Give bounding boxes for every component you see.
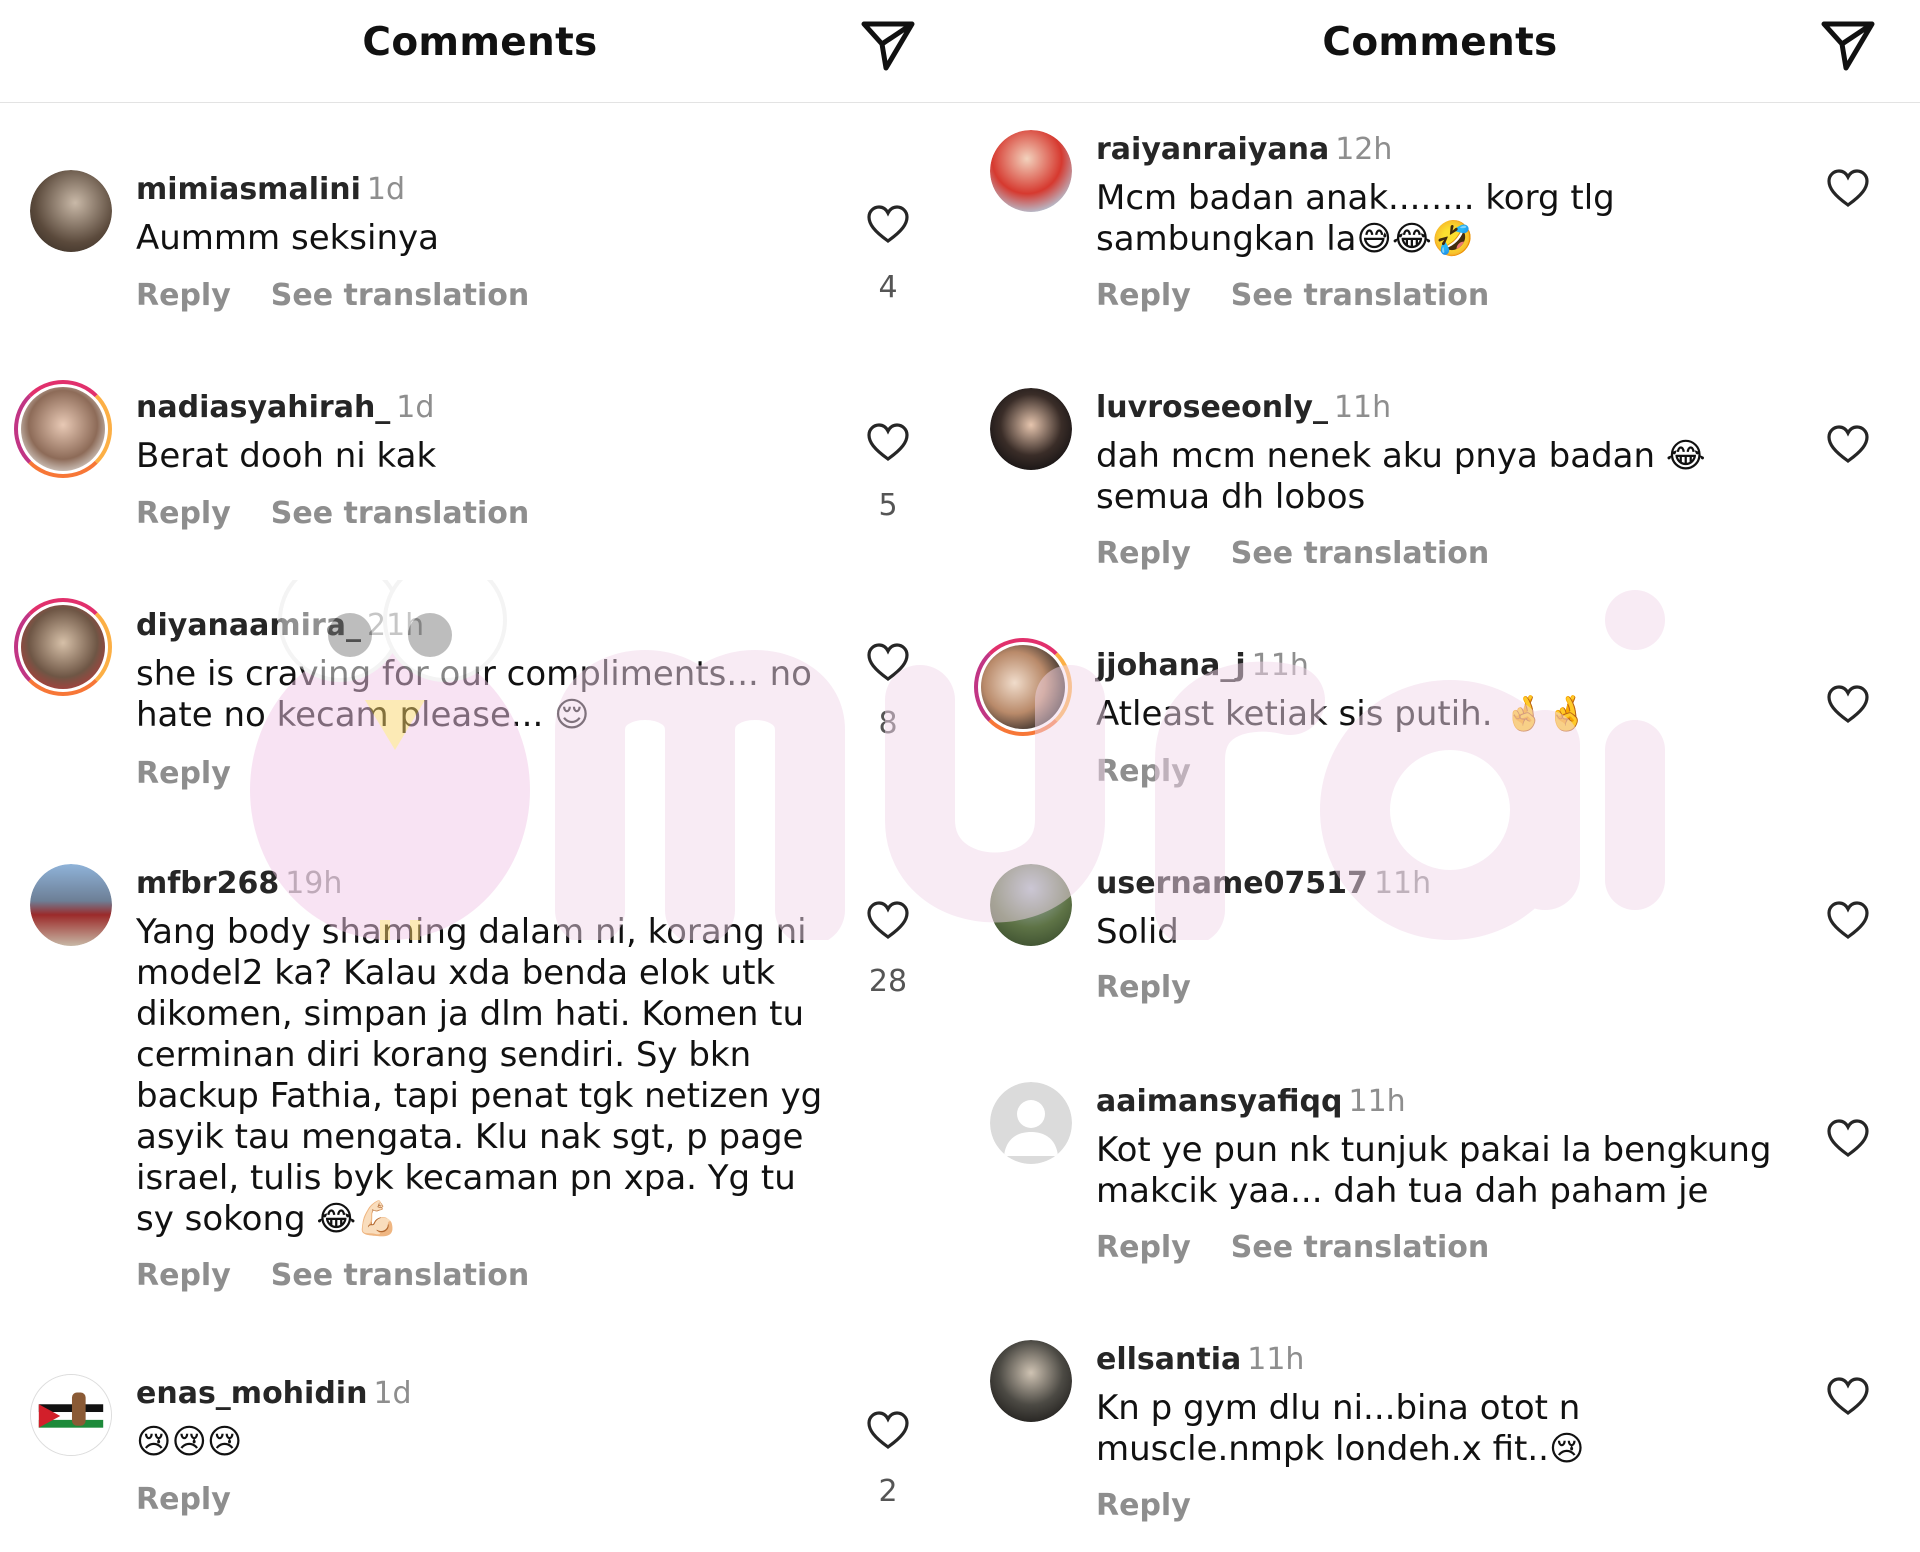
comments-panel-left: Comments mimiasmalini 1d Aummm seksinya R… <box>0 0 960 1552</box>
timestamp: 11h <box>1348 1084 1406 1119</box>
send-icon[interactable] <box>1818 18 1878 74</box>
timestamp: 1d <box>396 390 435 425</box>
like-count: 4 <box>878 270 898 305</box>
heart-icon[interactable] <box>866 422 910 462</box>
send-icon[interactable] <box>858 18 918 74</box>
heart-icon[interactable] <box>1826 900 1870 940</box>
avatar[interactable] <box>14 598 112 696</box>
default-avatar-icon <box>990 1082 1072 1164</box>
comment-text: she is craving for our compliments... no… <box>136 654 812 735</box>
username[interactable]: enas_mohidin <box>136 1376 367 1411</box>
comments-panel-right: Comments raiyanraiyana 12h Mcm badan anak… <box>960 0 1920 1552</box>
timestamp: 11h <box>1373 866 1432 901</box>
username[interactable]: luvroseeonly_ <box>1096 390 1328 425</box>
timestamp: 11h <box>1251 648 1309 683</box>
timestamp: 21h <box>367 608 425 643</box>
comment-text: 😢😢😢 <box>136 1422 243 1462</box>
page-title: Comments <box>1322 20 1558 65</box>
avatar[interactable] <box>990 388 1072 470</box>
like-count: 28 <box>868 964 908 999</box>
see-translation-button[interactable]: See translation <box>1231 1230 1489 1265</box>
reply-button[interactable]: Reply <box>1096 970 1191 1005</box>
reply-button[interactable]: Reply <box>136 1482 231 1517</box>
avatar[interactable] <box>30 170 112 252</box>
reply-button[interactable]: Reply <box>1096 1488 1191 1523</box>
comment-text: Kn p gym dlu ni...bina otot n muscle.nmp… <box>1096 1388 1585 1469</box>
comment-text: Berat dooh ni kak <box>136 436 437 476</box>
heart-icon[interactable] <box>866 900 910 940</box>
reply-button[interactable]: Reply <box>136 278 231 313</box>
username[interactable]: aaimansyafiqq <box>1096 1084 1342 1119</box>
avatar[interactable] <box>30 1374 112 1456</box>
reply-button[interactable]: Reply <box>1096 536 1191 571</box>
username[interactable]: mfbr268 <box>136 866 279 901</box>
heart-icon[interactable] <box>1826 168 1870 208</box>
username[interactable]: diyanaamira_ <box>136 608 361 643</box>
avatar[interactable] <box>30 864 112 946</box>
avatar[interactable] <box>14 380 112 478</box>
heart-icon[interactable] <box>866 204 910 244</box>
see-translation-button[interactable]: See translation <box>271 496 529 531</box>
heart-icon[interactable] <box>866 1410 910 1450</box>
avatar[interactable] <box>990 864 1072 946</box>
reply-button[interactable]: Reply <box>136 1258 231 1293</box>
heart-icon[interactable] <box>1826 424 1870 464</box>
see-translation-button[interactable]: See translation <box>1231 278 1489 313</box>
palestine-flag-icon <box>31 1375 111 1455</box>
comment-text: Aummm seksinya <box>136 218 439 258</box>
timestamp: 19h <box>285 866 343 901</box>
heart-icon[interactable] <box>866 642 910 682</box>
timestamp: 11h <box>1333 390 1392 425</box>
heart-icon[interactable] <box>1826 1118 1870 1158</box>
reply-button[interactable]: Reply <box>1096 278 1191 313</box>
comment-text: Solid <box>1096 912 1179 952</box>
heart-icon[interactable] <box>1826 1376 1870 1416</box>
comment-text: Mcm badan anak........ korg tlg sambungk… <box>1096 178 1615 259</box>
timestamp: 1d <box>366 172 406 207</box>
reply-button[interactable]: Reply <box>1096 754 1191 789</box>
comment-text: dah mcm nenek aku pnya badan 😂 semua dh … <box>1096 436 1706 517</box>
like-count: 8 <box>878 706 898 741</box>
reply-button[interactable]: Reply <box>1096 1230 1191 1265</box>
timestamp: 11h <box>1247 1342 1305 1377</box>
username[interactable]: raiyanraiyana <box>1096 132 1329 167</box>
avatar[interactable] <box>990 1082 1072 1164</box>
username[interactable]: nadiasyahirah_ <box>136 390 390 425</box>
comment-text: Atleast ketiak sis putih. 🤞🤞 <box>1096 694 1588 734</box>
page-title: Comments <box>362 20 598 65</box>
timestamp: 1d <box>373 1376 412 1411</box>
username[interactable]: ellsantia <box>1096 1342 1241 1377</box>
reply-button[interactable]: Reply <box>136 756 231 791</box>
avatar[interactable] <box>990 130 1072 212</box>
see-translation-button[interactable]: See translation <box>271 278 529 313</box>
like-count: 5 <box>878 488 898 523</box>
like-count: 2 <box>878 1474 898 1509</box>
header: Comments <box>0 0 960 103</box>
reply-button[interactable]: Reply <box>136 496 231 531</box>
username[interactable]: jjohana_j <box>1096 648 1246 683</box>
header: Comments <box>960 0 1920 103</box>
avatar[interactable] <box>974 638 1072 736</box>
see-translation-button[interactable]: See translation <box>1231 536 1489 571</box>
username[interactable]: mimiasmalini <box>136 172 361 207</box>
comment-text: Kot ye pun nk tunjuk pakai la bengkung m… <box>1096 1130 1772 1211</box>
timestamp: 12h <box>1335 132 1393 167</box>
see-translation-button[interactable]: See translation <box>271 1258 529 1293</box>
comment-text: Yang body shaming dalam ni, korang ni mo… <box>136 912 823 1239</box>
avatar[interactable] <box>990 1340 1072 1422</box>
heart-icon[interactable] <box>1826 684 1870 724</box>
username[interactable]: username07517 <box>1096 866 1368 901</box>
